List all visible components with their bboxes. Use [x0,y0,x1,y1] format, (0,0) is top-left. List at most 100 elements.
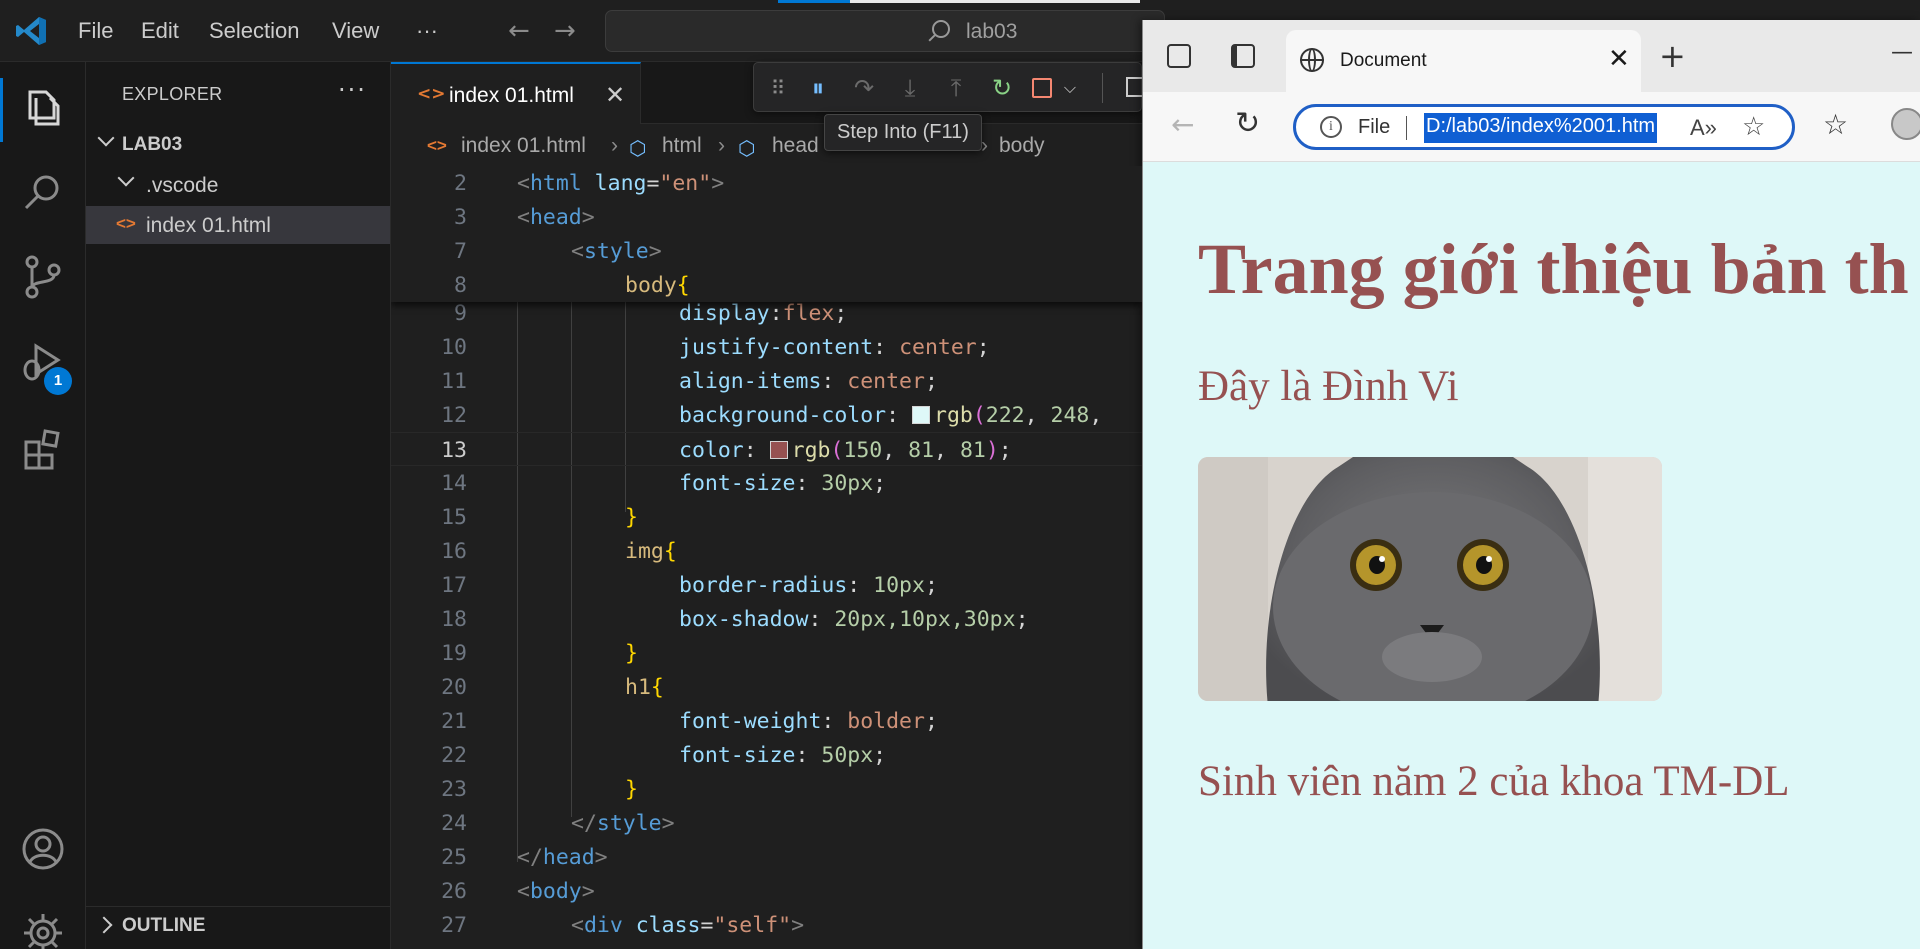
chevron-right-icon: › [718,134,725,157]
sidebar-toggle-icon[interactable] [1231,44,1255,68]
command-center[interactable]: lab03 [605,10,1165,52]
html-file-icon: <> [427,136,447,155]
code-line: 16 img{ [441,539,677,564]
minimize-icon[interactable]: — [1891,40,1913,65]
drag-handle-icon[interactable]: ⠿ [762,72,794,104]
code-line: 19 } [441,641,638,666]
forward-arrow-icon[interactable]: → [554,16,576,46]
back-arrow-icon[interactable]: ← [508,16,530,46]
breadcrumb-html[interactable]: html [662,134,702,158]
sticky-scroll: 2 <html lang="en"> 3 <head> 7 <style> 8 … [391,166,1142,302]
address-url[interactable]: D:/lab03/index%2001.htm [1424,113,1658,143]
search-icon [932,20,950,38]
stop-icon[interactable] [1032,78,1052,98]
outline-section[interactable]: OUTLINE [86,906,390,944]
source-control-icon[interactable] [20,254,66,300]
favorite-star-icon[interactable]: ☆ [1742,112,1765,142]
code-line: 26 <body> [441,879,595,904]
explorer-sidebar: EXPLORER ··· LAB03 .vscode <> index 01.h… [86,62,391,949]
activity-bar: 1 [0,62,86,949]
split-editor-icon[interactable] [1126,77,1142,97]
html-file-icon: <> [116,214,136,233]
step-out-icon[interactable]: ⤒ [940,72,972,104]
cat-photo [1198,457,1662,701]
browser-tab-document[interactable]: Document ✕ [1286,30,1641,92]
tree-file-index[interactable]: <> index 01.html [86,206,390,244]
cat-illustration [1198,457,1662,701]
code-editor[interactable]: 2 <html lang="en"> 3 <head> 7 <style> 8 … [391,166,1142,949]
tree-item-label: index 01.html [146,214,271,237]
tree-folder-lab03[interactable]: LAB03 [86,126,390,164]
address-divider [1406,116,1407,140]
profile-avatar[interactable] [1891,108,1920,140]
step-into-icon[interactable]: ⤓ [894,72,926,104]
menu-view[interactable]: View [332,18,379,44]
extensions-icon[interactable] [20,426,66,472]
code-line: 22 font-size: 50px; [441,743,887,768]
outline-label: OUTLINE [122,915,206,936]
sidebar-more-button[interactable]: ··· [338,76,367,104]
code-line: 15 } [441,505,638,530]
breadcrumb-head[interactable]: head [772,134,819,158]
new-tab-icon[interactable]: + [1659,40,1686,72]
code-line-current: 13 color: rgb(150, 81, 81); [391,432,1142,466]
tree-folder-vscode[interactable]: .vscode [86,166,390,204]
active-indicator [0,78,3,142]
color-swatch[interactable] [769,441,788,459]
code-line: 24 </style> [441,811,675,836]
menu-file[interactable]: File [78,18,113,44]
code-line: 17 border-radius: 10px; [441,573,938,598]
menu-edit[interactable]: Edit [141,18,179,44]
restart-icon[interactable]: ↻ [986,72,1018,104]
color-swatch[interactable] [912,406,930,424]
collections-icon[interactable] [1167,44,1191,68]
code-line: 23 } [441,777,638,802]
element-cube-icon: ⬡ [738,138,756,160]
pause-icon[interactable]: ⏸ [802,72,834,104]
element-cube-icon: ⬡ [629,138,647,160]
command-center-label: lab03 [966,20,1018,43]
tab-index-html[interactable]: <> index 01.html ✕ [391,62,641,124]
breadcrumb-file[interactable]: index 01.html [461,134,586,158]
code-line: 3 <head> [454,205,595,230]
page-intro: Đây là Đình Vi [1198,363,1459,410]
explorer-icon[interactable] [20,84,66,130]
read-aloud-icon[interactable]: A» [1690,115,1717,141]
breadcrumb-body[interactable]: body [999,134,1045,158]
browser-tab-title: Document [1340,50,1427,71]
address-scheme: File [1358,116,1391,138]
code-line: 8 body{ [454,273,690,298]
step-into-tooltip: Step Into (F11) [824,114,982,151]
tree-item-label: .vscode [146,174,219,197]
close-icon[interactable]: ✕ [1608,44,1630,74]
settings-gear-icon[interactable] [20,910,66,949]
search-view-icon[interactable] [20,170,66,216]
favorites-icon[interactable]: ☆ [1823,108,1848,141]
globe-icon [1300,48,1324,72]
browser-toolbar: ← ↻ i File D:/lab03/index%2001.htm A» ☆ … [1143,92,1920,162]
reload-icon[interactable]: ↻ [1235,106,1260,141]
close-icon[interactable]: ✕ [605,81,625,109]
code-line: 2 <html lang="en"> [454,171,725,196]
browser-window: Document ✕ + — ← ↻ i File D:/lab03/index… [1142,20,1920,949]
chevron-down-icon[interactable]: ⌵ [1054,72,1086,104]
code-line: 12 background-color: rgb(222, 248, [441,403,1103,428]
menu-selection[interactable]: Selection [209,18,300,44]
back-arrow-icon[interactable]: ← [1171,108,1194,141]
code-line: 21 font-weight: bolder; [441,709,938,734]
tab-label: index 01.html [449,84,574,107]
chevron-right-icon: › [611,134,618,157]
page-description: Sinh viên năm 2 của khoa TM-DL [1198,758,1790,805]
info-icon[interactable]: i [1320,116,1342,138]
code-line: 14 font-size: 30px; [441,471,887,496]
account-icon[interactable] [20,826,66,872]
menu-more[interactable]: ··· [416,18,438,44]
sidebar-title: EXPLORER [122,84,223,104]
address-bar[interactable]: i File D:/lab03/index%2001.htm A» ☆ [1293,104,1795,150]
toolbar-divider [1102,73,1103,103]
step-over-icon[interactable]: ↷ [848,72,880,104]
html-file-icon: <> [417,84,446,104]
page-heading: Trang giới thiệu bản th [1198,229,1909,309]
chevron-right-icon [95,916,113,934]
breadcrumb: <> index 01.html › ⬡ html › ⬡ head › bod… [391,126,1142,166]
